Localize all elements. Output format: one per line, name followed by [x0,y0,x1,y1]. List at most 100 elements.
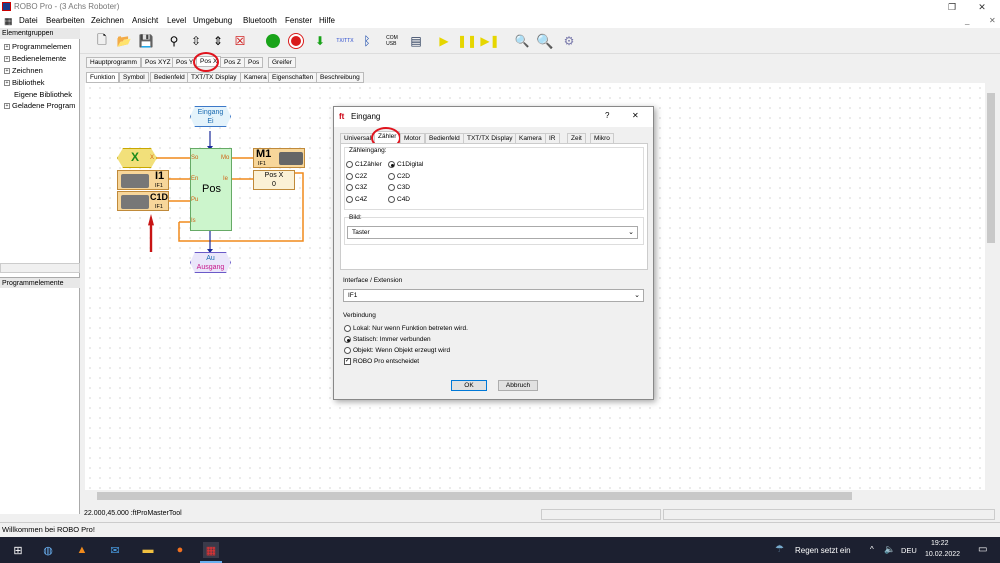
tab-beschreibung[interactable]: Beschreibung [316,72,364,83]
menu-ansicht[interactable]: Ansicht [132,16,158,25]
interface-select[interactable]: IF1 ⌄ [343,289,644,302]
tree-item-bibliothek[interactable]: + Bibliothek [4,78,80,87]
radio-objekt[interactable] [344,347,351,354]
port-pu[interactable]: Pu [191,197,198,203]
dtab-txt-display[interactable]: TXT/TX Display [463,133,517,143]
stop-icon[interactable] [287,32,305,50]
port-mo[interactable]: Mo [221,155,229,161]
tab-hauptprogramm[interactable]: Hauptprogramm [86,57,141,68]
posx-variable-node[interactable]: Pos X0 [253,170,295,190]
tree-item-zeichnen[interactable]: + Zeichnen [4,66,80,75]
i1-input-node[interactable]: I1 IF1 [117,170,169,190]
system-menu-icon[interactable]: ▦ [4,16,13,27]
tab-funktion[interactable]: Funktion [86,72,119,83]
robo-pro-checkbox[interactable]: ✓ [344,358,351,365]
dtab-mikro[interactable]: Mikro [590,133,614,143]
tree-item-programmelemente[interactable]: + Programmelemen [4,42,80,51]
windows-start-icon[interactable]: ⊞ [10,542,26,558]
menu-zeichnen[interactable]: Zeichnen [91,16,124,25]
align-tool-icon[interactable]: ⇳ [187,32,205,50]
new-file-icon[interactable]: 🗋 [93,32,111,50]
save-icon[interactable]: 💾 [137,32,155,50]
download-icon[interactable]: ⬇ [311,32,329,50]
menu-bluetooth[interactable]: Bluetooth [243,16,277,25]
dtab-universal[interactable]: Universal [340,133,376,143]
dtab-motor[interactable]: Motor [400,133,425,143]
port-is[interactable]: Is [191,218,196,224]
dialog-close-button[interactable]: ✕ [632,111,639,120]
start-icon[interactable] [264,32,282,50]
tab-greifer[interactable]: Greifer [268,57,296,68]
tab-kamera[interactable]: Kamera [240,72,271,83]
bluetooth-icon[interactable]: ᛒ [358,32,376,50]
mdi-minimize-icon[interactable]: _ [965,16,969,25]
vlc-icon[interactable]: ▲ [74,542,90,558]
ttx-icon[interactable]: TX/TTX [336,32,354,50]
tab-pos-z[interactable]: Pos Z [220,57,245,68]
mail-icon[interactable]: ✉ [107,542,123,558]
language-indicator[interactable]: DEU [901,546,917,555]
distribute-tool-icon[interactable]: ⇕ [209,32,227,50]
com-usb-icon[interactable]: COM USB [383,32,401,50]
eingang-node[interactable]: Eingang Ei [190,106,231,127]
radio-c1zaehler[interactable] [346,161,353,168]
properties-icon[interactable]: ⚙ [560,32,578,50]
tab-pos-xyz[interactable]: Pos XYZ [141,57,175,68]
tab-eigenschaften[interactable]: Eigenschaften [268,72,318,83]
tab-bedienfeld[interactable]: Bedienfeld [150,72,189,83]
port-so[interactable]: So [191,155,198,161]
tree-item-geladene-programme[interactable]: + Geladene Program [4,101,80,110]
left-panel-scrollbar[interactable] [0,263,80,273]
radio-c1digital[interactable] [388,161,395,168]
radio-statisch[interactable] [344,336,351,343]
dtab-zeit[interactable]: Zeit [567,133,586,143]
delete-tool-icon[interactable]: ☒ [231,32,249,50]
mdi-close-icon[interactable]: ✕ [989,16,996,25]
ausgang-node[interactable]: Au Ausgang [190,252,231,273]
tray-chevron-icon[interactable]: ^ [870,545,874,554]
tab-pos[interactable]: Pos [244,57,264,68]
tab-txt-display[interactable]: TXT/TX Display [187,72,241,83]
dtab-bedienfeld[interactable]: Bedienfeld [425,133,464,143]
picture-select[interactable]: Taster ⌄ [347,226,638,239]
radio-c2z[interactable] [346,173,353,180]
clock-date[interactable]: 10.02.2022 [925,551,960,558]
radio-c3d[interactable] [388,184,395,191]
radio-lokal[interactable] [344,325,351,332]
network-app-icon[interactable]: ◍ [40,542,56,558]
radio-c4z[interactable] [346,196,353,203]
zoom-out-icon[interactable]: 🔍 [536,32,554,50]
dtab-ir[interactable]: IR [545,133,560,143]
zoom-in-icon[interactable]: 🔍 [513,32,531,50]
cancel-button[interactable]: Abbruch [498,380,538,391]
menu-datei[interactable]: Datei [19,16,38,25]
clock-time[interactable]: 19:22 [931,540,949,547]
firefox-icon[interactable]: ● [172,542,188,558]
play-icon[interactable]: ▶ [435,32,453,50]
speaker-icon[interactable]: 🔈 [884,544,895,555]
file-explorer-icon[interactable]: ▬ [140,542,156,558]
tree-item-bedienelemente[interactable]: + Bedienelemente [4,54,80,63]
pause-icon[interactable]: ❚❚ [457,32,477,50]
dtab-kamera[interactable]: Kamera [515,133,546,143]
c1d-input-node[interactable]: C1D IF1 [117,191,169,211]
test-interface-icon[interactable]: ▤ [407,32,425,50]
restore-icon[interactable]: ❐ [940,0,964,14]
port-en[interactable]: En [191,176,198,182]
step-icon[interactable]: ▶❚ [480,32,499,50]
radio-c2d[interactable] [388,173,395,180]
horizontal-scroll-thumb[interactable] [97,492,852,500]
weather-text[interactable]: Regen setzt ein [795,546,851,555]
menu-bearbeiten[interactable]: Bearbeiten [46,16,85,25]
menu-umgebung[interactable]: Umgebung [193,16,232,25]
notification-icon[interactable]: ▭ [978,544,987,555]
help-button[interactable]: ? [605,111,609,120]
radio-c4d[interactable] [388,196,395,203]
element-tool-icon[interactable]: ⚲ [165,32,183,50]
tab-symbol[interactable]: Symbol [119,72,149,83]
robo-pro-taskbar-icon[interactable]: ▦ [203,542,219,558]
menu-level[interactable]: Level [167,16,186,25]
open-folder-icon[interactable]: 📂 [115,32,133,50]
menu-hilfe[interactable]: Hilfe [319,16,335,25]
vertical-scroll-thumb[interactable] [987,93,995,243]
